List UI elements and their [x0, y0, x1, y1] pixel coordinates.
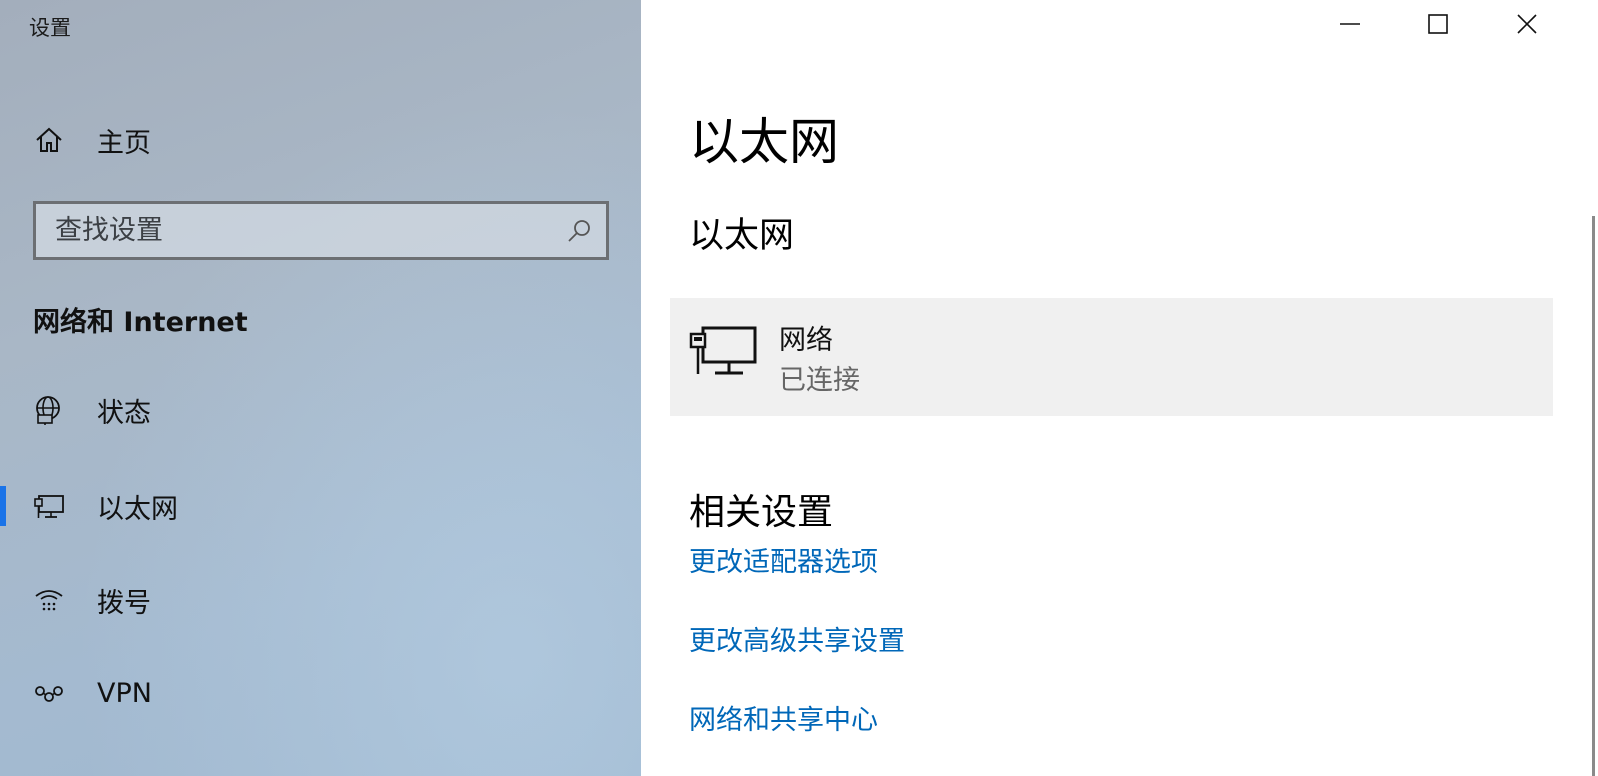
vpn-icon — [33, 677, 65, 709]
sidebar-item-dialup-label: 拨号 — [97, 587, 151, 619]
sidebar-item-status-label: 状态 — [97, 397, 151, 429]
search-icon[interactable] — [566, 218, 592, 244]
window-title: 设置 — [29, 16, 71, 40]
page-title: 以太网 — [689, 113, 839, 171]
sidebar-item-home[interactable]: 主页 — [0, 112, 641, 168]
related-settings-heading: 相关设置 — [689, 492, 834, 533]
ethernet-icon — [33, 490, 65, 522]
network-status: 已连接 — [779, 365, 860, 396]
change-advanced-sharing-link[interactable]: 更改高级共享设置 — [689, 619, 905, 658]
search-input[interactable] — [55, 215, 535, 246]
maximize-icon — [1428, 14, 1448, 38]
ethernet-large-icon — [689, 324, 759, 380]
sidebar-item-dialup[interactable]: 拨号 — [0, 570, 641, 630]
settings-window: 设置 主页 网络和 Internet — [0, 0, 1598, 776]
search-box[interactable] — [33, 201, 609, 260]
sidebar-item-ethernet[interactable]: 以太网 — [0, 476, 641, 536]
sidebar-item-status[interactable]: 状态 — [0, 380, 641, 440]
sidebar-section-title: 网络和 Internet — [33, 307, 248, 338]
close-icon — [1517, 14, 1537, 38]
home-icon — [33, 124, 65, 156]
globe-icon — [33, 394, 65, 426]
minimize-button[interactable] — [1304, 0, 1396, 52]
main-pane: 以太网 以太网 网络 已连接 相关设置 更改适配器选项 更改高级共享设置 网络和… — [641, 0, 1598, 776]
sidebar-item-ethernet-label: 以太网 — [97, 493, 178, 525]
dialup-icon — [33, 584, 65, 616]
sidebar-item-vpn[interactable]: VPN — [0, 663, 641, 723]
change-adapter-options-link[interactable]: 更改适配器选项 — [689, 540, 878, 579]
sidebar: 设置 主页 网络和 Internet — [0, 0, 641, 776]
maximize-button[interactable] — [1392, 0, 1484, 52]
network-name: 网络 — [779, 325, 833, 356]
section-heading-ethernet: 以太网 — [689, 216, 795, 256]
sidebar-item-vpn-label: VPN — [97, 677, 152, 709]
close-button[interactable] — [1481, 0, 1573, 52]
network-sharing-center-link[interactable]: 网络和共享中心 — [689, 698, 878, 737]
scrollbar[interactable] — [1592, 216, 1595, 776]
minimize-icon — [1340, 14, 1360, 38]
network-connection-card[interactable]: 网络 已连接 — [670, 298, 1553, 416]
sidebar-item-home-label: 主页 — [97, 127, 151, 159]
